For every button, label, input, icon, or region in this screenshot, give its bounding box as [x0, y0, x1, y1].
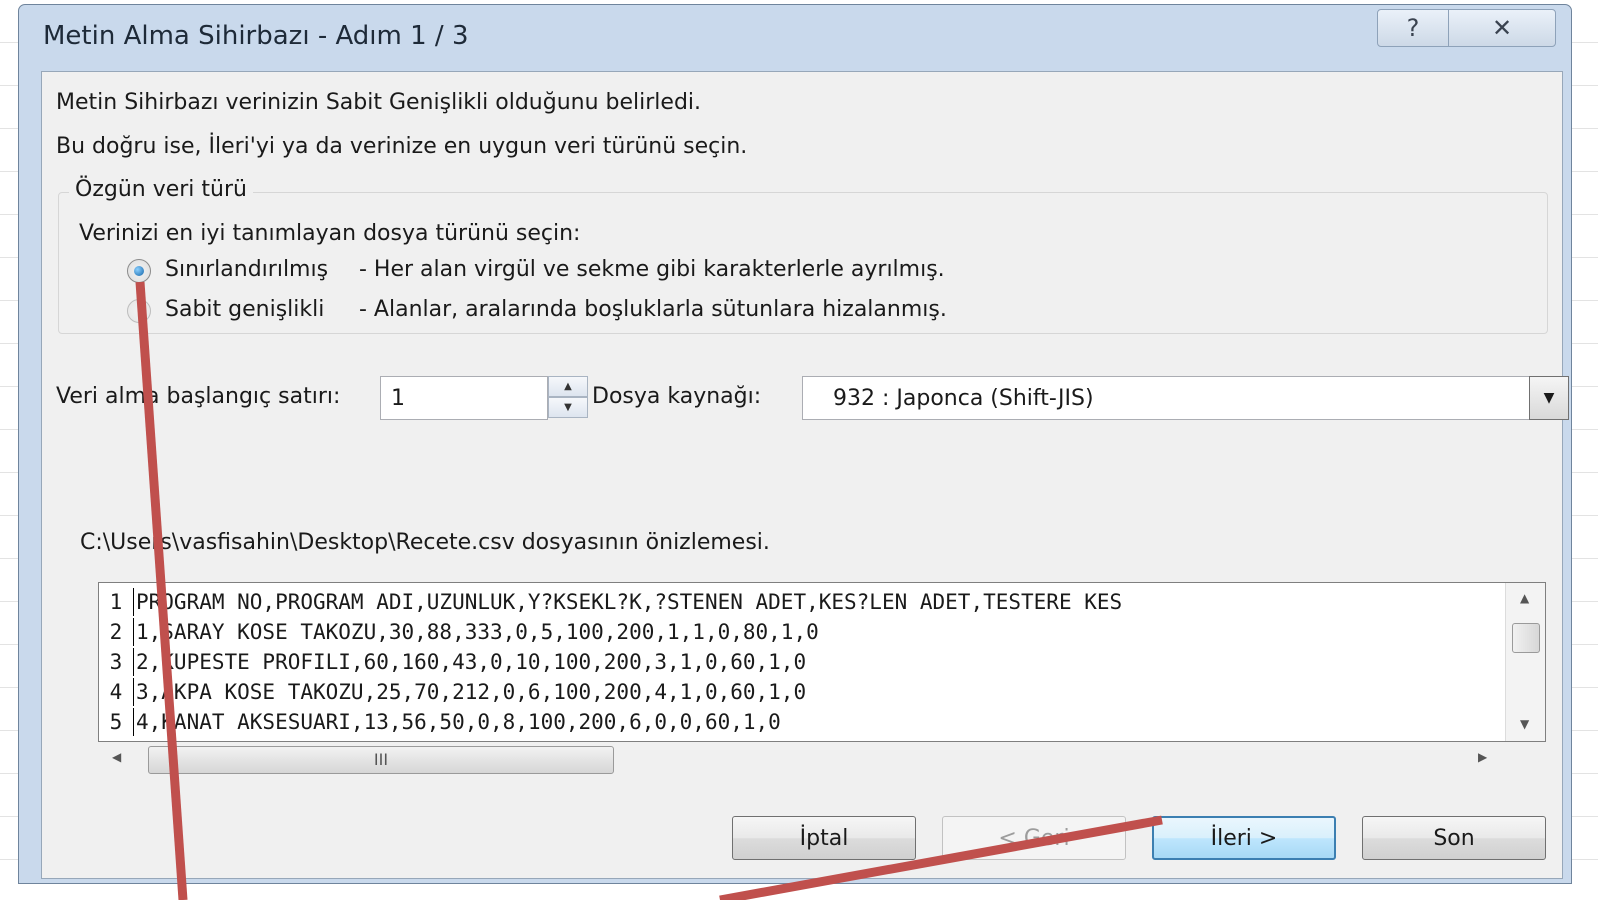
intro-line-1: Metin Sihirbazı verinizin Sabit Genişlik… [56, 90, 702, 115]
row-text: PROGRAM NO,PROGRAM ADI,UZUNLUK,Y?KSEKL?K… [136, 590, 1123, 614]
row-number: 2 [99, 618, 134, 646]
help-button[interactable]: ? [1377, 9, 1449, 47]
preview-vertical-scrollbar[interactable]: ▲ ▼ [1505, 583, 1545, 741]
dialog-title: Metin Alma Sihirbazı - Adım 1 / 3 [43, 21, 469, 51]
start-row-input[interactable]: 1 [380, 376, 548, 420]
group-legend: Özgün veri türü [69, 177, 253, 202]
back-button[interactable]: < Geri [942, 816, 1126, 860]
preview-row: 2 1,SARAY KOSE TAKOZU,30,88,333,0,5,100,2… [99, 617, 1509, 647]
row-number: 1 [99, 588, 134, 616]
preview-row: 3 2,KUPESTE PROFILI,60,160,43,0,10,100,20… [99, 647, 1509, 677]
finish-button[interactable]: Son [1362, 816, 1546, 860]
file-origin-dropdown-button[interactable]: ▼ [1529, 376, 1569, 420]
close-icon: ✕ [1491, 14, 1513, 42]
spin-down-icon[interactable]: ▼ [548, 397, 588, 418]
preview-row: 5 4,KANAT AKSESUARI,13,56,50,0,8,100,200,… [99, 707, 1509, 737]
start-row-label: Veri alma başlangıç satırı: [56, 384, 341, 409]
preview-row: 4 3,AKPA KOSE TAKOZU,25,70,212,0,6,100,20… [99, 677, 1509, 707]
row-number: 5 [99, 708, 134, 736]
row-text: 2,KUPESTE PROFILI,60,160,43,0,10,100,200… [136, 650, 807, 674]
preview-row: 1 PROGRAM NO,PROGRAM ADI,UZUNLUK,Y?KSEKL?… [99, 587, 1509, 617]
fixed-width-radio[interactable] [127, 299, 151, 323]
original-data-type-group: Özgün veri türü Verinizi en iyi tanımlay… [58, 177, 1548, 334]
vertical-scroll-thumb[interactable] [1512, 623, 1540, 653]
help-icon: ? [1406, 14, 1420, 42]
horizontal-scroll-thumb[interactable]: III [148, 746, 614, 774]
delimited-radio[interactable] [127, 259, 151, 283]
file-origin-label: Dosya kaynağı: [592, 384, 762, 409]
row-number: 4 [99, 678, 134, 706]
delimited-description: - Her alan virgül ve sekme gibi karakter… [359, 257, 945, 282]
preview-horizontal-scrollbar[interactable]: ◀ III ▶ [98, 742, 1546, 776]
cancel-button[interactable]: İptal [732, 816, 916, 860]
scroll-down-icon[interactable]: ▼ [1520, 717, 1529, 731]
delimited-label[interactable]: Sınırlandırılmış [165, 257, 328, 282]
next-button[interactable]: İleri > [1152, 816, 1336, 860]
fixed-width-description: - Alanlar, aralarında boşluklarla sütunl… [359, 297, 947, 322]
intro-line-2: Bu doğru ise, İleri'yi ya da verinize en… [56, 134, 748, 159]
file-origin-select[interactable]: 932 : Japonca (Shift-JIS) [802, 376, 1530, 420]
scroll-left-icon[interactable]: ◀ [112, 750, 121, 764]
data-preview[interactable]: 1 PROGRAM NO,PROGRAM ADI,UZUNLUK,Y?KSEKL?… [98, 582, 1546, 742]
start-row-stepper[interactable]: ▲ ▼ [548, 376, 588, 420]
scroll-up-icon[interactable]: ▲ [1520, 591, 1529, 605]
file-type-prompt: Verinizi en iyi tanımlayan dosya türünü … [79, 221, 581, 246]
title-bar: Metin Alma Sihirbazı - Adım 1 / 3 ? ✕ [19, 5, 1571, 67]
row-number: 3 [99, 648, 134, 676]
close-button[interactable]: ✕ [1448, 9, 1556, 47]
chevron-down-icon: ▼ [1543, 390, 1555, 406]
row-text: 1,SARAY KOSE TAKOZU,30,88,333,0,5,100,20… [136, 620, 819, 644]
spin-up-icon[interactable]: ▲ [548, 376, 588, 397]
row-text: 3,AKPA KOSE TAKOZU,25,70,212,0,6,100,200… [136, 680, 807, 704]
scroll-right-icon[interactable]: ▶ [1478, 750, 1487, 764]
dialog-body: Metin Sihirbazı verinizin Sabit Genişlik… [41, 71, 1569, 879]
text-import-wizard-dialog: Metin Alma Sihirbazı - Adım 1 / 3 ? ✕ Me… [18, 4, 1572, 884]
preview-label: C:\Users\vasfisahin\Desktop\Recete.csv d… [80, 530, 770, 555]
row-text: 4,KANAT AKSESUARI,13,56,50,0,8,100,200,6… [136, 710, 781, 734]
fixed-width-label[interactable]: Sabit genişlikli [165, 297, 324, 322]
